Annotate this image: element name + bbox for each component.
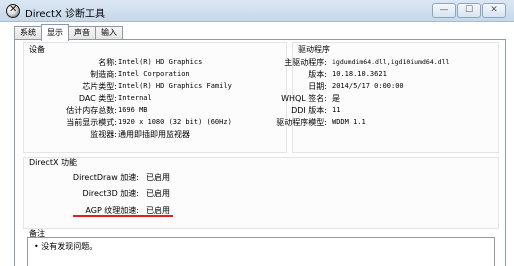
ddi-version-value: 11	[332, 106, 341, 114]
directdraw-value: 已启用	[146, 173, 170, 182]
direct3d-value: 已启用	[146, 189, 170, 198]
dac-type-label: DAC 类型:	[78, 94, 117, 103]
memory-value: 1696 MB	[118, 106, 148, 114]
title-bar: DirectX 诊断工具 — ☐ ✕	[0, 0, 514, 22]
version-label: 版本:	[308, 70, 327, 79]
whql-value: 是	[332, 94, 340, 103]
device-group-title: 设备	[29, 45, 45, 54]
notes-box: • 没有发现问题。	[27, 237, 495, 266]
tab-display[interactable]: 显示	[41, 24, 69, 41]
chip-type-value: Intel(R) HD Graphics Family	[118, 82, 232, 90]
driver-group-title: 驱动程序	[298, 45, 330, 54]
monitor-label: 监视器:	[90, 130, 117, 139]
display-mode-label: 当前显示模式:	[66, 118, 117, 127]
date-label: 日期:	[308, 82, 327, 91]
tab-sound[interactable]: 声音	[68, 26, 96, 40]
tab-strip: 系统 显示 声音 输入	[14, 24, 123, 41]
direct3d-label: Direct3D 加速:	[82, 189, 139, 198]
date-value: 2014/5/17 0:00:00	[332, 82, 404, 90]
dac-type-value: Internal	[118, 94, 152, 102]
chip-type-label: 芯片类型:	[82, 82, 117, 91]
version-value: 10.18.10.3621	[332, 70, 387, 78]
manufacturer-value: Intel Corporation	[118, 70, 190, 78]
directx-app-icon	[6, 4, 20, 18]
notes-item-text: 没有发现问题。	[41, 242, 98, 251]
agp-highlight-underline	[73, 215, 173, 217]
directdraw-label: DirectDraw 加速:	[72, 173, 139, 182]
whql-label: WHQL 签名:	[281, 94, 327, 103]
memory-label: 估计内存总数:	[66, 106, 117, 115]
driver-model-value: WDDM 1.1	[332, 118, 366, 126]
ddi-version-label: DDI 版本:	[291, 106, 327, 115]
tab-system[interactable]: 系统	[14, 26, 42, 40]
display-tab-panel: 设备 名称: Intel(R) HD Graphics 制造商: Intel C…	[14, 39, 506, 266]
display-mode-value: 1920 x 1080 (32 bit) (60Hz)	[118, 118, 232, 126]
device-name-label: 名称:	[98, 58, 117, 67]
notes-item: • 没有发现问题。	[34, 242, 98, 251]
main-driver-value: igdumdim64.dll,igd10iumd64.dll	[332, 58, 450, 66]
device-name-value: Intel(R) HD Graphics	[118, 58, 203, 66]
maximize-button[interactable]: ☐	[457, 3, 481, 18]
minimize-button[interactable]: —	[432, 3, 456, 18]
directx-features-title: DirectX 功能	[29, 158, 77, 167]
window-controls: — ☐ ✕	[432, 3, 506, 18]
driver-model-label: 驱动程序模型:	[276, 118, 327, 127]
manufacturer-label: 制造商:	[90, 70, 117, 79]
main-driver-label: 主驱动程序:	[284, 58, 327, 67]
window-title: DirectX 诊断工具	[25, 9, 105, 20]
monitor-value: 通用即插即用监视器	[118, 130, 190, 139]
close-button[interactable]: ✕	[482, 3, 506, 18]
tab-input[interactable]: 输入	[95, 26, 123, 40]
